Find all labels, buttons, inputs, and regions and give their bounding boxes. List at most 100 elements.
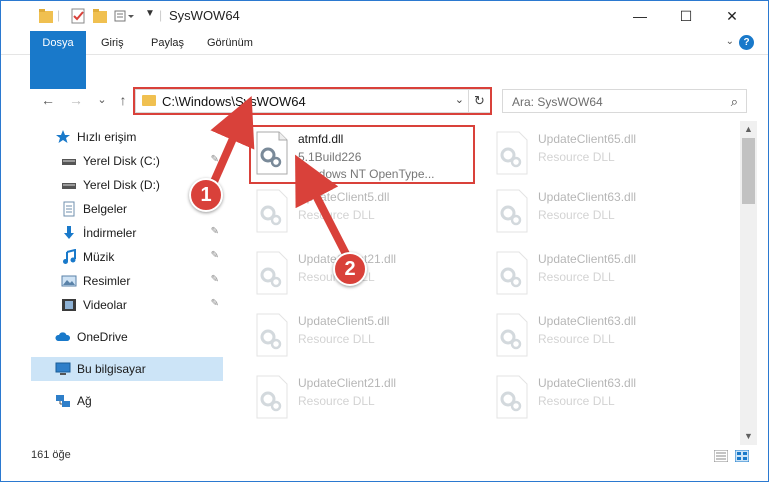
up-button[interactable]: ↑ bbox=[114, 91, 132, 109]
recent-locations-button[interactable]: ⌄ bbox=[93, 91, 111, 109]
file-type: Resource DLL bbox=[538, 394, 615, 408]
chevron-down-icon[interactable]: ⌄ bbox=[726, 36, 734, 47]
help-icon[interactable]: ? bbox=[739, 35, 754, 50]
dll-file-icon bbox=[496, 131, 528, 175]
file-name: UpdateClient63.dll bbox=[538, 376, 637, 390]
video-icon bbox=[62, 299, 76, 311]
scroll-thumb[interactable] bbox=[742, 138, 755, 204]
sidebar-item-label: Yerel Disk (C:) bbox=[83, 154, 160, 168]
properties-icon[interactable] bbox=[71, 8, 85, 24]
file-type: Resource DLL bbox=[538, 270, 615, 284]
dll-file-icon bbox=[256, 251, 288, 295]
pin-icon[interactable]: ✎ bbox=[211, 154, 219, 165]
customize-toolbar-icon[interactable] bbox=[114, 8, 136, 24]
tab-gorunum[interactable]: Görünüm bbox=[195, 31, 265, 55]
dll-file-icon bbox=[256, 189, 288, 233]
tab-giris[interactable]: Giriş bbox=[89, 31, 136, 55]
drive-icon bbox=[62, 183, 76, 189]
dll-file-icon bbox=[496, 251, 528, 295]
search-input[interactable]: Ara: SysWOW64 bbox=[512, 95, 603, 109]
dll-file-icon bbox=[496, 375, 528, 419]
file-item[interactable]: UpdateClient21.dll Resource DLL bbox=[233, 369, 465, 427]
file-name: UpdateClient63.dll bbox=[538, 314, 637, 328]
file-item[interactable]: UpdateClient63.dll Resource DLL bbox=[473, 183, 705, 241]
details-view-icon[interactable] bbox=[714, 450, 728, 462]
sidebar-item-network[interactable]: Ağ bbox=[31, 389, 223, 413]
search-box[interactable]: Ara: SysWOW64 ⌕ bbox=[502, 89, 747, 113]
file-item[interactable]: UpdateClient5.dll Resource DLL bbox=[233, 183, 465, 241]
minimize-button[interactable]: — bbox=[617, 1, 663, 31]
cloud-icon bbox=[55, 332, 71, 341]
vertical-scrollbar[interactable]: ▲ ▼ bbox=[740, 121, 757, 445]
toolbar-separator: | bbox=[159, 8, 163, 22]
file-name: UpdateClient63.dll bbox=[538, 190, 637, 204]
network-icon bbox=[56, 395, 70, 407]
file-type: Resource DLL bbox=[538, 332, 615, 346]
sidebar-item-label: Bu bilgisayar bbox=[77, 362, 146, 376]
documents-icon bbox=[63, 201, 75, 217]
dll-file-icon bbox=[496, 189, 528, 233]
dll-file-icon bbox=[496, 313, 528, 357]
file-name: UpdateClient65.dll bbox=[538, 132, 637, 146]
sidebar-item-videos[interactable]: Videolar ✎ bbox=[31, 293, 223, 317]
file-name: UpdateClient5.dll bbox=[298, 314, 390, 328]
download-icon bbox=[64, 226, 74, 239]
back-button[interactable]: ← bbox=[39, 91, 57, 109]
sidebar-item-pictures[interactable]: Resimler ✎ bbox=[31, 269, 223, 293]
file-highlight bbox=[249, 125, 475, 184]
file-item[interactable]: UpdateClient63.dll Resource DLL bbox=[473, 307, 705, 365]
folder-icon[interactable] bbox=[39, 8, 53, 24]
sidebar-item-label: Videolar bbox=[83, 298, 127, 312]
tab-dosya[interactable]: Dosya bbox=[30, 31, 86, 89]
sidebar-item-this-pc[interactable]: Bu bilgisayar bbox=[31, 357, 223, 381]
pin-icon[interactable]: ✎ bbox=[211, 226, 219, 237]
ribbon-tabs: Dosya Giriş Paylaş Görünüm ⌄ ? bbox=[1, 31, 768, 89]
sidebar-item-onedrive[interactable]: OneDrive bbox=[31, 325, 223, 349]
maximize-button[interactable]: ☐ bbox=[663, 1, 709, 31]
sidebar-item-disk-c[interactable]: Yerel Disk (C:) ✎ bbox=[31, 149, 223, 173]
file-name: UpdateClient21.dll bbox=[298, 376, 397, 390]
close-button[interactable]: ✕ bbox=[709, 1, 755, 31]
file-name: UpdateClient65.dll bbox=[538, 252, 637, 266]
window-title: SysWOW64 bbox=[169, 8, 240, 23]
pin-icon[interactable]: ✎ bbox=[211, 250, 219, 261]
explorer-window: | ▼ | SysWOW64 — ☐ ✕ Dosya Giriş Paylaş … bbox=[0, 0, 769, 482]
pictures-icon bbox=[61, 275, 77, 287]
callout-step-2: 2 bbox=[333, 252, 367, 286]
forward-button[interactable]: → bbox=[67, 91, 85, 109]
file-type: Resource DLL bbox=[538, 208, 615, 222]
file-type: Resource DLL bbox=[298, 394, 375, 408]
new-folder-icon[interactable] bbox=[93, 8, 107, 24]
sidebar-item-downloads[interactable]: İndirmeler ✎ bbox=[31, 221, 223, 245]
pin-icon[interactable]: ✎ bbox=[211, 298, 219, 309]
file-item[interactable]: UpdateClient5.dll Resource DLL bbox=[233, 307, 465, 365]
sidebar-item-music[interactable]: Müzik ✎ bbox=[31, 245, 223, 269]
file-item[interactable]: UpdateClient65.dll Resource DLL bbox=[473, 125, 705, 183]
file-type: Resource DLL bbox=[298, 332, 375, 346]
sidebar-item-label: Hızlı erişim bbox=[77, 130, 137, 144]
file-type: Resource DLL bbox=[538, 150, 615, 164]
pin-icon[interactable]: ✎ bbox=[211, 274, 219, 285]
callout-step-1: 1 bbox=[189, 178, 223, 212]
file-name: UpdateClient5.dll bbox=[298, 190, 390, 204]
search-icon[interactable]: ⌕ bbox=[731, 94, 738, 110]
tiles-view-icon[interactable] bbox=[735, 450, 749, 462]
scroll-down-icon[interactable]: ▼ bbox=[740, 428, 757, 445]
file-item[interactable]: UpdateClient65.dll Resource DLL bbox=[473, 245, 705, 303]
tab-paylas[interactable]: Paylaş bbox=[139, 31, 196, 55]
dll-file-icon bbox=[256, 313, 288, 357]
music-icon bbox=[63, 249, 76, 264]
sidebar-item-label: OneDrive bbox=[77, 330, 128, 344]
sidebar-item-label: İndirmeler bbox=[83, 226, 137, 240]
sidebar-item-label: Ağ bbox=[77, 394, 92, 408]
sidebar-item-label: Belgeler bbox=[83, 202, 128, 216]
address-highlight bbox=[133, 87, 492, 115]
toolbar-separator: | bbox=[57, 8, 61, 22]
scroll-up-icon[interactable]: ▲ bbox=[740, 121, 757, 138]
computer-icon bbox=[55, 362, 71, 375]
dll-file-icon bbox=[256, 375, 288, 419]
sidebar-item-quick-access[interactable]: Hızlı erişim bbox=[31, 125, 223, 149]
item-count: 161 öğe bbox=[31, 449, 71, 461]
file-item[interactable]: UpdateClient63.dll Resource DLL bbox=[473, 369, 705, 427]
quick-access-dropdown-icon[interactable]: ▼ bbox=[145, 8, 155, 24]
